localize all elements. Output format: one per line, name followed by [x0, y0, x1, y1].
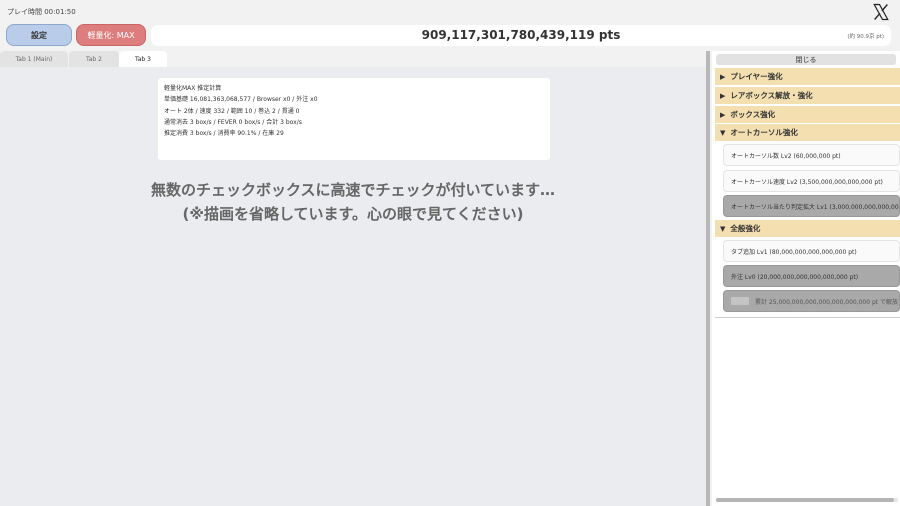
section-player-upgrade[interactable]: ▶ プレイヤー強化: [715, 68, 900, 85]
unlock-requirement: 累計 25,000,000,000,000,000,000,000 pt で解放: [755, 298, 899, 306]
section-label: オートカーソル強化: [730, 128, 798, 137]
section-box-upgrade[interactable]: ▶ ボックス強化: [715, 106, 900, 123]
section-label: レアボックス解放・強化: [730, 91, 813, 100]
upgrade-auto-cursor-speed[interactable]: オートカーソル速度 Lv2 (3,500,000,000,000,000 pt): [723, 170, 900, 192]
tab-2[interactable]: Tab 2: [69, 51, 119, 67]
tab-3[interactable]: Tab 3: [119, 51, 167, 67]
lock-icon: [731, 297, 749, 305]
expand-arrow-icon: ▶: [720, 91, 726, 100]
upgrade-sidebar: 閉じる ▶ プレイヤー強化 ▶ レアボックス解放・強化 ▶ ボックス強化 ▼ オ…: [712, 51, 900, 506]
stats-line-4: 推定消費 3 box/s / 消費率 90.1% / 在庫 29: [164, 130, 284, 138]
settings-button[interactable]: 設定: [6, 24, 72, 46]
expand-arrow-icon: ▶: [720, 72, 726, 81]
stats-line-3: 通常消去 3 box/s / FEVER 0 box/s / 合計 3 box/…: [164, 118, 302, 126]
upgrade-auto-cursor-count[interactable]: オートカーソル数 Lv2 (60,000,000 pt): [723, 144, 900, 166]
x-logo-icon[interactable]: [872, 3, 890, 21]
upgrade-auto-cursor-hitbox[interactable]: オートカーソル当たり判定拡大 Lv1 (3,000,000,000,000,00…: [723, 195, 900, 217]
render-skip-message: 無数のチェックボックスに高速でチェックが付いています…: [150, 181, 556, 199]
horizontal-scrollbar[interactable]: [716, 498, 898, 502]
section-general-upgrade[interactable]: ▼ 全般強化: [715, 220, 900, 237]
expand-arrow-icon: ▶: [720, 110, 726, 119]
section-label: ボックス強化: [730, 110, 776, 119]
section-label: 全般強化: [730, 224, 761, 233]
points-approx: (約 90.9京 pt): [847, 34, 884, 40]
upgrade-locked-item: 累計 25,000,000,000,000,000,000,000 pt で解放: [723, 290, 900, 312]
render-skip-note: (※描画を省略しています。心の眼で見てください): [182, 205, 524, 223]
collapse-arrow-icon: ▼: [720, 224, 726, 233]
section-label: プレイヤー強化: [730, 72, 783, 81]
points-display: 909,117,301,780,439,119 pts (約 90.9京 pt): [151, 25, 891, 46]
section-auto-cursor[interactable]: ▼ オートカーソル強化: [715, 124, 900, 141]
divider: [715, 317, 900, 318]
scrollbar-thumb[interactable]: [716, 498, 894, 502]
collapse-arrow-icon: ▼: [720, 128, 726, 137]
playtime-label: プレイ時間 00:01:50: [7, 8, 76, 16]
upgrade-outsource[interactable]: 外注 Lv0 (20,000,000,000,000,000,000 pt): [723, 265, 900, 287]
close-sidebar-button[interactable]: 閉じる: [716, 54, 896, 65]
points-value: 909,117,301,780,439,119 pts: [421, 28, 621, 42]
pane-divider[interactable]: [706, 51, 710, 506]
main-pane: 軽量化MAX 推定計算 単価基礎 16,081,363,068,577 / Br…: [0, 67, 706, 506]
tab-bar: Tab 1 (Main) Tab 2 Tab 3: [0, 51, 708, 67]
section-rare-box[interactable]: ▶ レアボックス解放・強化: [715, 87, 900, 104]
upgrade-add-tab[interactable]: タブ追加 Lv1 (80,000,000,000,000,000 pt): [723, 240, 900, 262]
stats-panel: 軽量化MAX 推定計算 単価基礎 16,081,363,068,577 / Br…: [158, 78, 550, 160]
tab-1-main[interactable]: Tab 1 (Main): [0, 51, 68, 67]
stats-line-2: オート 2体 / 速度 332 / 範囲 10 / 巻込 2 / 貫通 0: [164, 107, 300, 115]
lightweight-mode-button[interactable]: 軽量化: MAX: [76, 24, 146, 46]
stats-line-1: 単価基礎 16,081,363,068,577 / Browser x0 / 外…: [164, 96, 318, 104]
stats-title: 軽量化MAX 推定計算: [164, 85, 222, 92]
